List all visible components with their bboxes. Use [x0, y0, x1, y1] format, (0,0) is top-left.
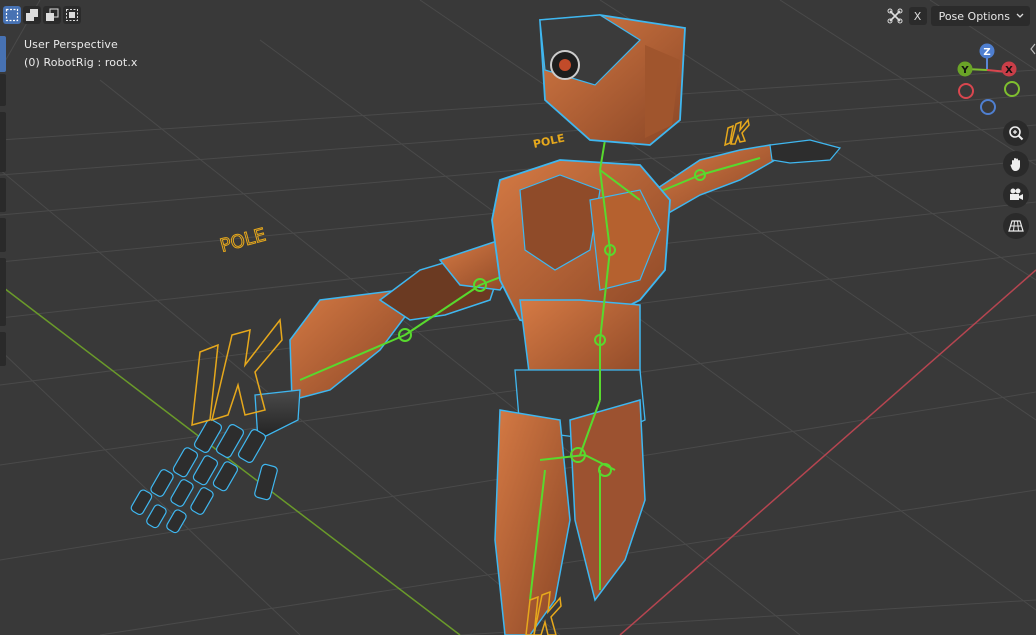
bone-icon	[887, 8, 903, 24]
select-mode-group	[3, 6, 81, 24]
chevron-down-icon	[1016, 13, 1024, 18]
viewport-3d[interactable]: POLE POLE	[0, 0, 1036, 635]
viewport-canvas: POLE POLE	[0, 0, 1036, 635]
robot-torso	[491, 159, 671, 441]
pan-button[interactable]	[1003, 151, 1029, 177]
tool-transform[interactable]	[0, 112, 6, 172]
neg-y-handle	[1004, 81, 1020, 97]
tool-measure[interactable]	[0, 218, 6, 252]
tool-pose[interactable]	[0, 258, 6, 326]
robot-head	[539, 14, 686, 146]
ortho-toggle-button[interactable]	[1003, 213, 1029, 239]
select-box-subtract-button[interactable]	[43, 6, 61, 24]
select-box-intersect-button[interactable]	[63, 6, 81, 24]
tool-select[interactable]	[0, 36, 6, 72]
z-axis-label: Z	[983, 47, 990, 58]
grid-icon	[1008, 220, 1024, 232]
perspective-label: User Perspective	[24, 38, 118, 51]
x-mirror-button[interactable]: X	[908, 7, 927, 25]
tool-extra[interactable]	[0, 332, 6, 366]
select-box-new-button[interactable]	[3, 6, 21, 24]
y-axis-line	[0, 284, 461, 635]
navigation-gizmo[interactable]: Z Y X	[946, 40, 1026, 120]
toolbar-strip	[0, 36, 6, 366]
pose-options-dropdown[interactable]: Pose Options	[930, 6, 1030, 26]
zoom-button[interactable]	[1003, 120, 1029, 146]
camera-view-button[interactable]	[1003, 182, 1029, 208]
pole-left-label: POLE	[218, 225, 268, 257]
object-label: (0) RobotRig : root.x	[24, 56, 138, 69]
select-box-subtract-icon	[46, 8, 59, 21]
neg-x-handle	[958, 83, 974, 99]
tool-cursor[interactable]	[0, 74, 6, 106]
transform-pivot-button[interactable]	[885, 6, 905, 26]
hand-icon	[1010, 158, 1020, 171]
neg-z-handle	[980, 99, 996, 115]
camera-icon	[1010, 188, 1023, 200]
x-axis-line	[619, 269, 1036, 635]
zoom-icon	[1009, 126, 1024, 141]
x-axis-label: X	[1005, 65, 1013, 76]
chevron-left-icon[interactable]	[1030, 42, 1036, 56]
select-box-extend-button[interactable]	[23, 6, 41, 24]
pose-options-label: Pose Options	[938, 9, 1010, 23]
y-axis-label: Y	[960, 65, 969, 76]
select-box-intersect-icon	[66, 9, 78, 21]
header-right: X Pose Options	[885, 6, 1030, 26]
select-box-extend-icon	[26, 9, 38, 21]
pole-right-label: POLE	[532, 132, 566, 151]
select-box-new-icon	[5, 8, 19, 22]
robot-left-arm	[130, 239, 546, 534]
tool-annotate[interactable]	[0, 178, 6, 212]
robot-model	[130, 14, 842, 635]
